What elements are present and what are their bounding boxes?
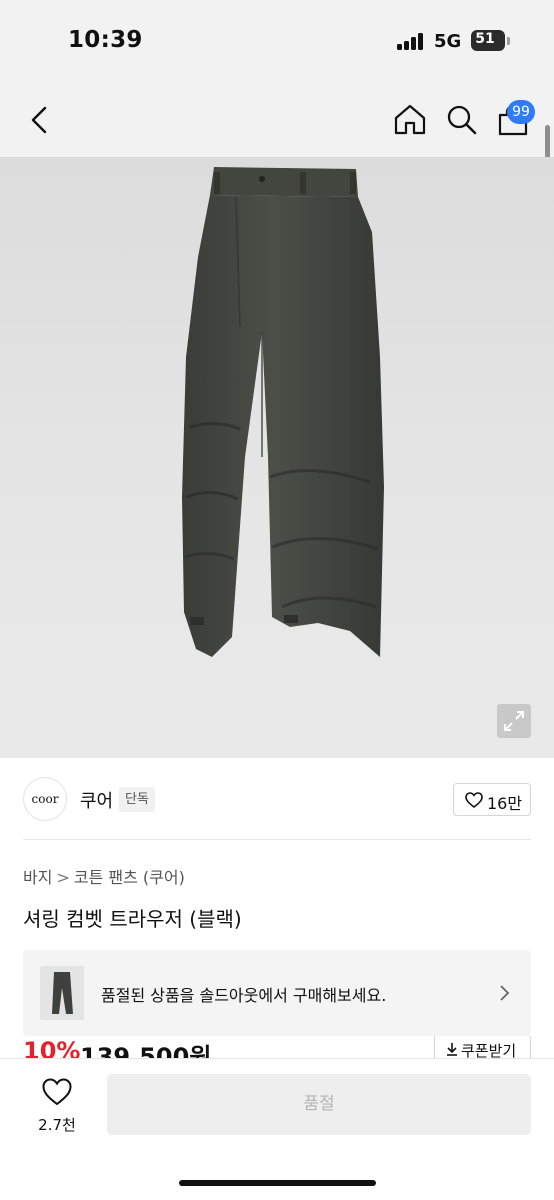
search-icon bbox=[447, 105, 477, 135]
heart-icon bbox=[465, 792, 483, 809]
breadcrumb-item-category[interactable]: 바지 bbox=[23, 864, 52, 888]
price-row: 10% 139,500원 쿠폰받기 bbox=[0, 1036, 554, 1058]
expand-icon bbox=[504, 711, 524, 731]
chevron-right-icon bbox=[500, 985, 510, 1001]
brand-like-count: 16만 bbox=[487, 794, 523, 813]
search-button[interactable] bbox=[444, 102, 480, 142]
status-bar: 10:39 5G 51 bbox=[0, 0, 554, 80]
product-photo-pants bbox=[182, 167, 384, 657]
chevron-right-icon: > bbox=[56, 868, 70, 887]
home-icon bbox=[394, 104, 426, 135]
product-image[interactable] bbox=[0, 157, 554, 758]
sale-price: 139,500원 bbox=[80, 1043, 212, 1058]
image-expand-button[interactable] bbox=[497, 704, 531, 738]
soldout-banner-text: 품절된 상품을 솔드아웃에서 구매해보세요. bbox=[101, 986, 387, 1005]
coupon-button[interactable]: 쿠폰받기 bbox=[434, 1036, 531, 1058]
back-button[interactable] bbox=[22, 100, 58, 140]
brand-logo[interactable]: coor bbox=[23, 777, 67, 821]
heart-icon bbox=[42, 1078, 72, 1106]
discount-rate: 10% bbox=[23, 1037, 81, 1058]
home-indicator bbox=[179, 1180, 376, 1186]
product-title: 셔링 컴벳 트라우저 (블랙) bbox=[23, 907, 242, 931]
product-thumbnail bbox=[40, 966, 84, 1020]
download-icon bbox=[447, 1043, 457, 1056]
status-time: 10:39 bbox=[68, 27, 143, 53]
cart-badge: 99 bbox=[507, 100, 535, 124]
soldout-banner[interactable]: 품절된 상품을 솔드아웃에서 구매해보세요. bbox=[23, 950, 531, 1036]
network-type: 5G bbox=[434, 31, 462, 52]
chevron-left-icon bbox=[31, 106, 47, 134]
soldout-buy-button: 품절 bbox=[107, 1074, 531, 1135]
battery-level: 51 bbox=[475, 31, 495, 47]
battery-icon: 51 bbox=[471, 30, 505, 51]
home-button[interactable] bbox=[392, 102, 428, 142]
breadcrumb-item-subcategory[interactable]: 코튼 팬츠 (쿠어) bbox=[74, 864, 185, 888]
coupon-label: 쿠폰받기 bbox=[461, 1042, 517, 1058]
bottom-action-bar: 2.7천 품절 bbox=[0, 1058, 554, 1200]
brand-name[interactable]: 쿠어 bbox=[80, 787, 113, 813]
wishlist-button[interactable]: 2.7천 bbox=[22, 1073, 92, 1139]
nav-bar bbox=[0, 80, 554, 157]
wishlist-count: 2.7천 bbox=[38, 1116, 76, 1134]
battery-tip bbox=[507, 37, 510, 45]
brand-like-button[interactable]: 16만 bbox=[453, 783, 531, 816]
signal-icon bbox=[397, 33, 425, 50]
breadcrumb: 바지 > 코튼 팬츠 (쿠어) bbox=[23, 864, 185, 888]
exclusive-badge: 단독 bbox=[119, 787, 155, 812]
divider bbox=[23, 839, 531, 840]
